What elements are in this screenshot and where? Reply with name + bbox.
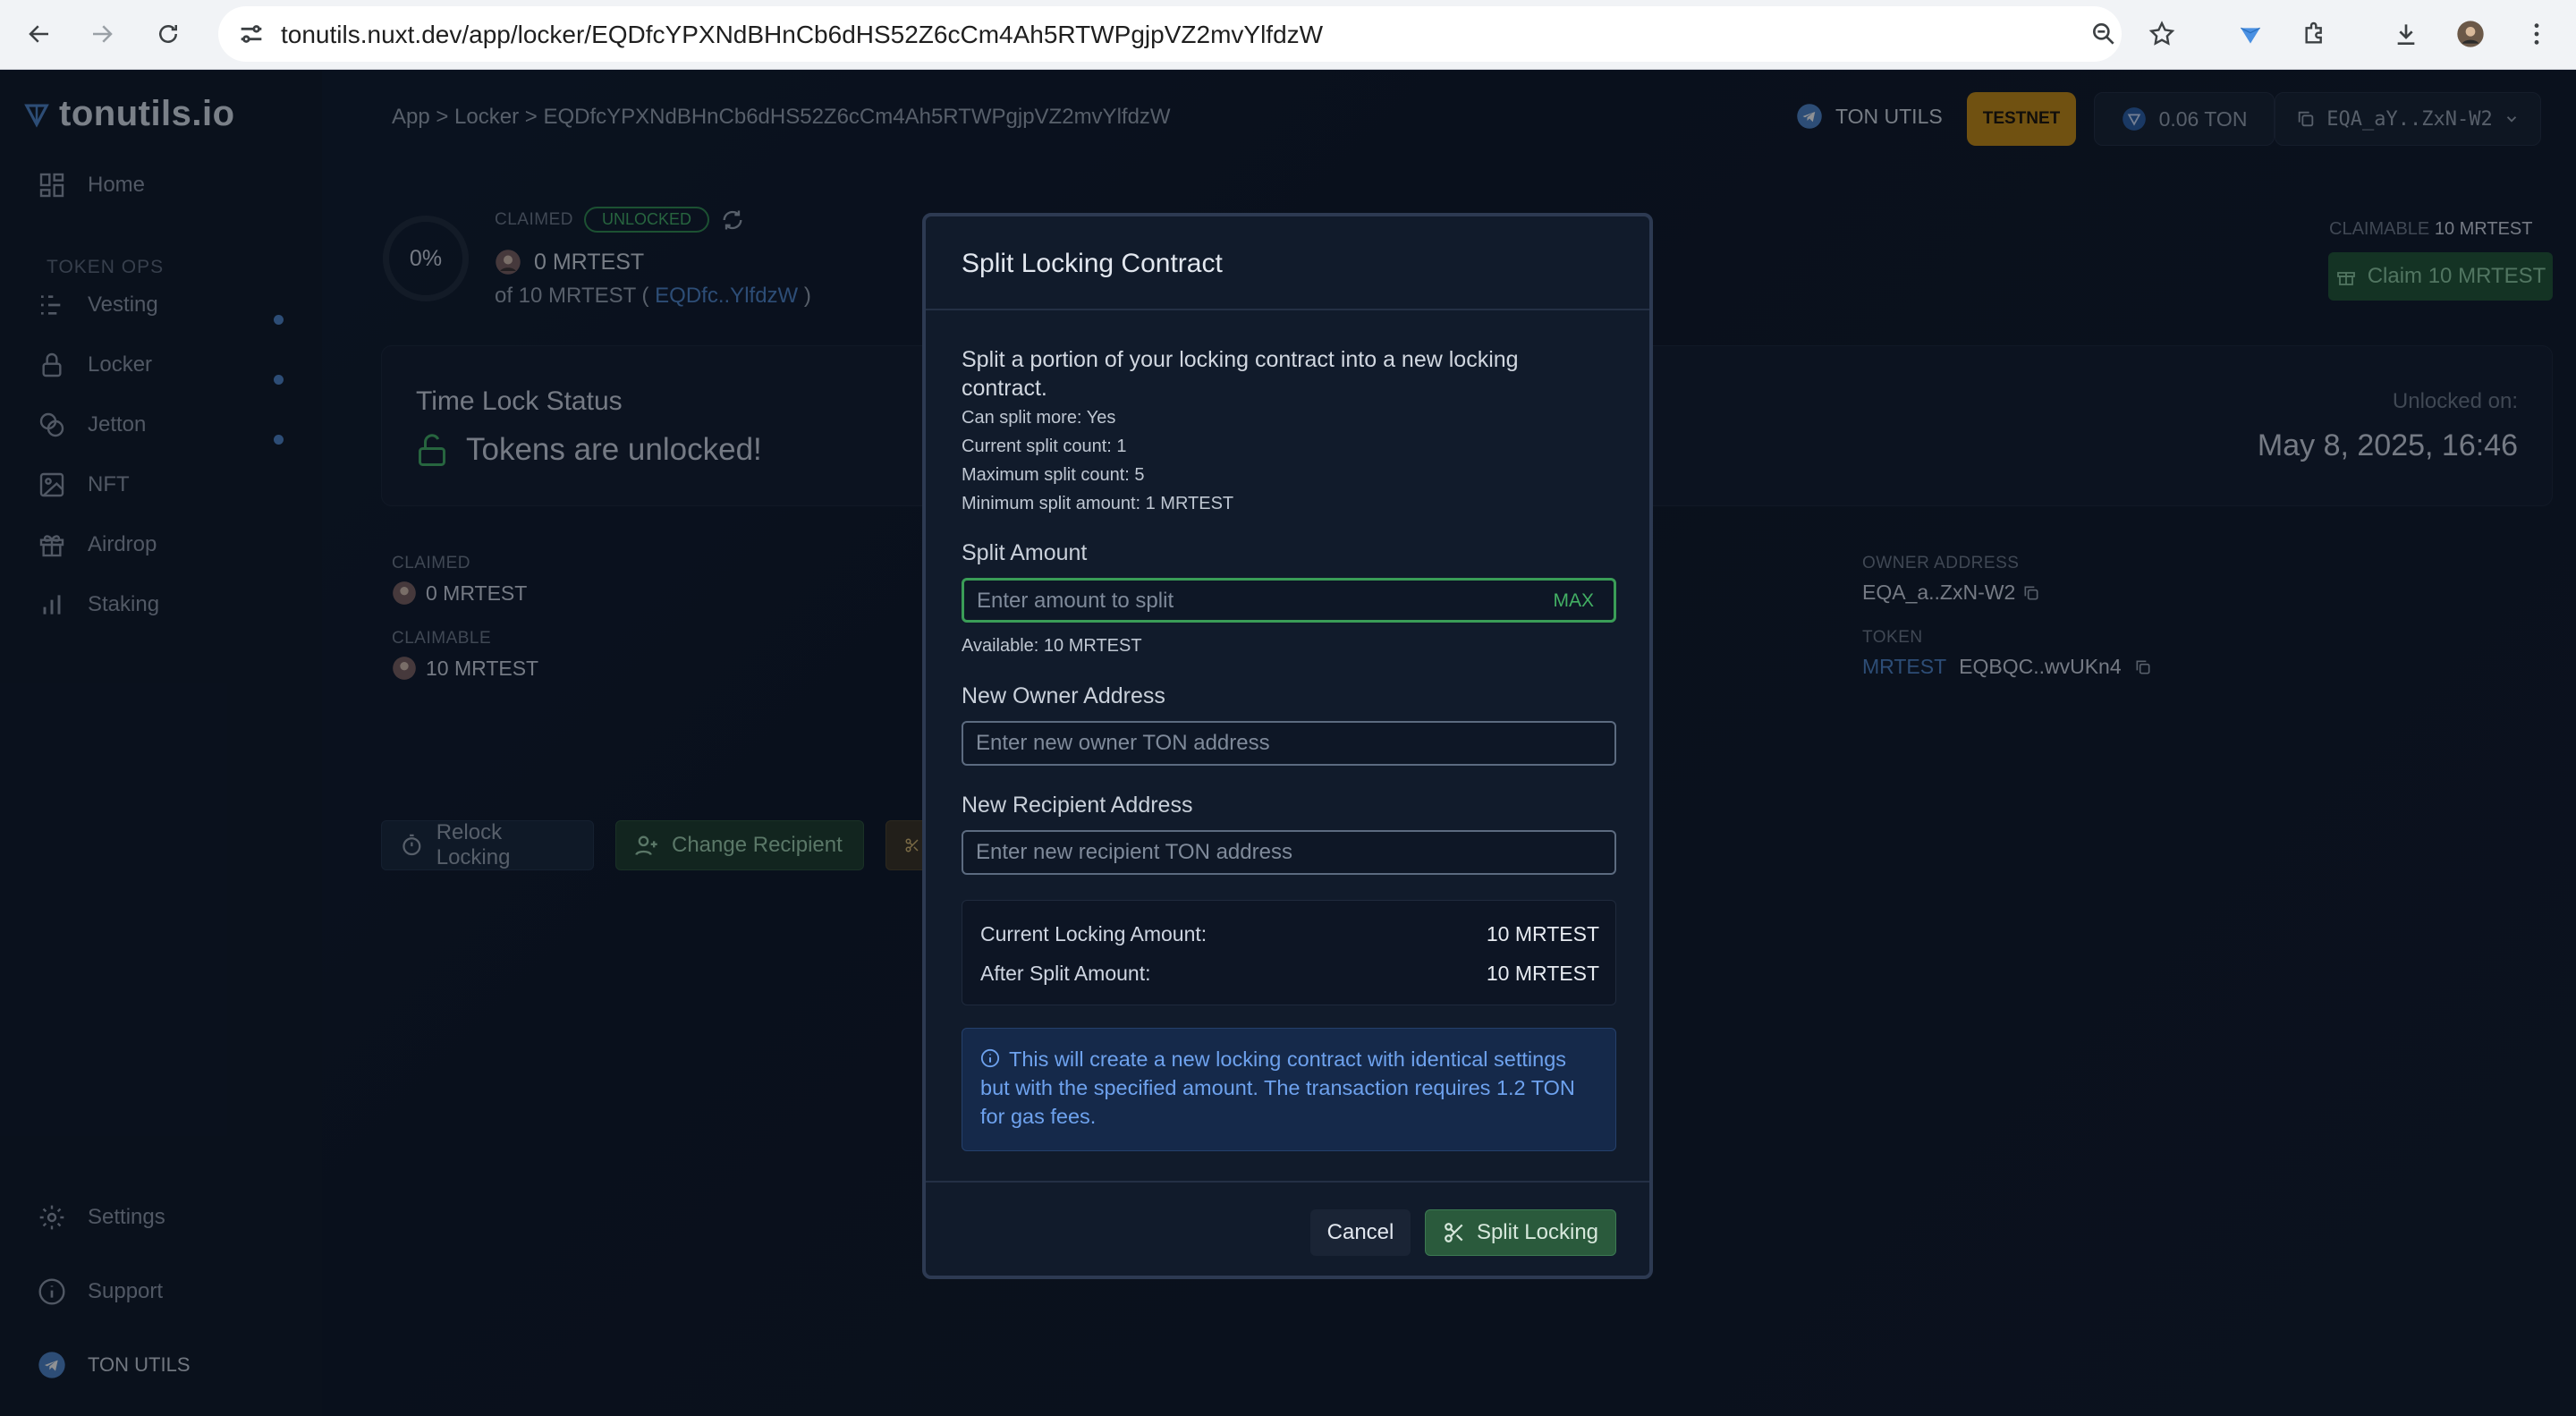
new-recipient-input[interactable]	[976, 832, 1530, 873]
bookmark-button[interactable]	[2140, 13, 2183, 55]
arrow-left-icon	[29, 25, 48, 43]
kebab-menu-icon	[2534, 23, 2539, 45]
zoom-icon	[2093, 22, 2114, 45]
dialog-footer-divider	[926, 1181, 1649, 1183]
site-settings-icon[interactable]	[236, 19, 267, 49]
new-owner-input[interactable]	[976, 723, 1530, 764]
new-recipient-label: New Recipient Address	[962, 793, 1193, 818]
available-balance: Available: 10 MRTEST	[962, 636, 1142, 656]
profile-avatar[interactable]	[2449, 13, 2492, 55]
avatar-icon	[2457, 21, 2484, 47]
gas-fee-notice: This will create a new locking contract …	[962, 1028, 1616, 1151]
new-owner-field	[962, 721, 1616, 766]
diamond-icon	[2241, 27, 2260, 44]
download-icon	[2397, 24, 2415, 45]
summary-after-value: 10 MRTEST	[1486, 962, 1599, 985]
split-amount-field: MAX	[962, 578, 1616, 623]
split-locking-label: Split Locking	[1476, 1220, 1599, 1244]
url-text: tonutils.nuxt.dev/app/locker/EQDfcYPXNdB…	[281, 21, 1323, 49]
summary-current-value: 10 MRTEST	[1486, 922, 1599, 945]
dialog-description: Split a portion of your locking contract…	[962, 347, 1519, 401]
downloads-button[interactable]	[2385, 13, 2428, 55]
split-locking-button[interactable]: Split Locking	[1425, 1209, 1616, 1256]
browser-toolbar: tonutils.nuxt.dev/app/locker/EQDfcYPXNdB…	[0, 0, 2576, 70]
info-min-split-amount: Minimum split amount: 1 MRTEST	[962, 494, 1234, 513]
url-path: /app/locker/EQDfcYPXNdBHnCb6dHS52Z6cCm4A…	[462, 21, 1324, 48]
split-summary: Current Locking Amount: 10 MRTEST After …	[962, 900, 1616, 1005]
zoom-button[interactable]	[2082, 13, 2125, 55]
puzzle-icon	[2305, 21, 2322, 44]
forward-button[interactable]	[80, 13, 123, 55]
new-owner-label: New Owner Address	[962, 683, 1165, 708]
split-amount-input[interactable]	[977, 581, 1531, 622]
summary-after-row: After Split Amount: 10 MRTEST	[980, 962, 1599, 986]
split-locking-dialog: Split Locking Contract Split a portion o…	[922, 213, 1653, 1279]
reload-icon	[159, 25, 177, 43]
summary-current-label: Current Locking Amount:	[980, 922, 1208, 945]
scissors-icon	[1445, 1223, 1463, 1242]
dialog-divider	[926, 309, 1649, 310]
extension-ton-button[interactable]	[2229, 13, 2272, 55]
info-max-split-count: Maximum split count: 5	[962, 465, 1145, 485]
info-can-split: Can split more: Yes	[962, 408, 1116, 428]
reload-button[interactable]	[147, 13, 190, 55]
back-button[interactable]	[18, 13, 61, 55]
address-bar[interactable]: tonutils.nuxt.dev/app/locker/EQDfcYPXNdB…	[218, 6, 2175, 62]
summary-current-row: Current Locking Amount: 10 MRTEST	[980, 922, 1599, 946]
browser-menu-button[interactable]	[2515, 13, 2558, 55]
info-current-split-count: Current split count: 1	[962, 437, 1127, 456]
max-button[interactable]: MAX	[1553, 590, 1594, 612]
url-domain: tonutils.nuxt.dev	[281, 21, 462, 48]
new-recipient-field	[962, 830, 1616, 875]
arrow-right-icon	[93, 25, 113, 43]
notice-text: This will create a new locking contract …	[980, 1047, 1575, 1128]
dialog-title: Split Locking Contract	[962, 249, 1223, 278]
summary-after-label: After Split Amount:	[980, 962, 1151, 985]
extensions-button[interactable]	[2293, 13, 2336, 55]
cancel-button[interactable]: Cancel	[1310, 1209, 1411, 1256]
star-icon	[2148, 21, 2175, 46]
split-amount-label: Split Amount	[962, 540, 1088, 565]
